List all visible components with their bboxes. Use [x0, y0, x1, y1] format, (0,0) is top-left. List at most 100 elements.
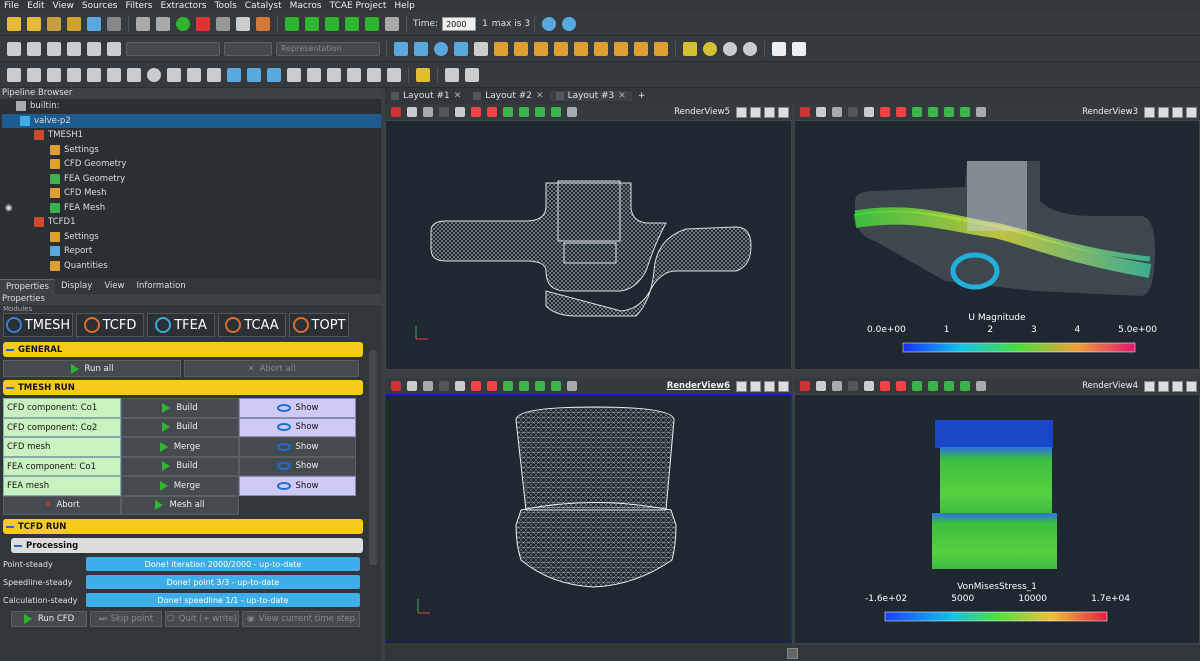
isometric-icon[interactable]: [614, 41, 628, 56]
interaction-icon[interactable]: [455, 107, 465, 117]
module-tcaa-button[interactable]: TCAA: [218, 313, 286, 337]
group-icon[interactable]: [87, 67, 101, 82]
select-block-icon[interactable]: [944, 107, 954, 117]
play-icon[interactable]: [325, 16, 339, 31]
redo-icon[interactable]: [216, 16, 230, 31]
eye-icon[interactable]: ◉: [5, 203, 12, 213]
select-cells-icon[interactable]: [487, 381, 497, 391]
3d-toggle-icon[interactable]: [439, 107, 449, 117]
close-view-icon[interactable]: [778, 380, 789, 392]
rotate-ccw-icon[interactable]: [654, 41, 668, 56]
tree-item-valve[interactable]: valve-p2: [2, 113, 381, 128]
sphere-icon[interactable]: [147, 67, 161, 82]
show-button[interactable]: Show: [239, 398, 356, 418]
split-horizontal-icon[interactable]: [1144, 106, 1155, 118]
abort-button[interactable]: ✕ Abort: [3, 495, 121, 515]
clip-icon[interactable]: [47, 41, 61, 56]
reset-camera-icon[interactable]: [394, 41, 408, 56]
build-button[interactable]: Build: [121, 398, 239, 418]
select-block-icon[interactable]: [535, 381, 545, 391]
open-folder-icon[interactable]: [7, 16, 21, 31]
plane-icon[interactable]: [167, 67, 181, 82]
maximize-icon[interactable]: [1172, 106, 1183, 118]
add-layout-button[interactable]: +: [632, 91, 652, 101]
merge-icon[interactable]: [107, 67, 121, 82]
extract-block-icon[interactable]: [67, 67, 81, 82]
histogram-icon[interactable]: [267, 67, 281, 82]
close-view-icon[interactable]: [778, 106, 789, 118]
show-button[interactable]: Show: [239, 456, 356, 476]
select-points-icon[interactable]: [880, 107, 890, 117]
select-points-icon[interactable]: [471, 381, 481, 391]
slice-icon[interactable]: [67, 41, 81, 56]
threshold-icon[interactable]: [87, 41, 101, 56]
processing-header[interactable]: Processing: [11, 538, 363, 553]
tree-item-builtin[interactable]: builtin:: [2, 99, 381, 114]
tcfd-run-section-header[interactable]: TCFD RUN: [3, 519, 363, 534]
module-topt-button[interactable]: TOPT: [289, 313, 349, 337]
select-points-icon[interactable]: [471, 107, 481, 117]
merge-button[interactable]: Merge: [121, 437, 239, 457]
capture-icon[interactable]: [816, 381, 826, 391]
tree-item-settings[interactable]: Settings: [2, 143, 381, 158]
close-view-icon[interactable]: [1186, 380, 1197, 392]
select-polygon-icon[interactable]: [519, 107, 529, 117]
split-horizontal-icon[interactable]: [1144, 380, 1155, 392]
camera-icon[interactable]: [423, 107, 433, 117]
tree-item-cfd-mesh[interactable]: CFD Mesh: [2, 186, 381, 201]
calculator-icon[interactable]: [7, 41, 21, 56]
undo-icon[interactable]: [196, 16, 210, 31]
close-icon[interactable]: ✕: [536, 91, 544, 101]
contour-icon[interactable]: [27, 41, 41, 56]
clear-selection-icon[interactable]: [976, 381, 986, 391]
camera-icon[interactable]: [832, 107, 842, 117]
select-frustum-icon[interactable]: [912, 381, 922, 391]
interaction-icon[interactable]: [455, 381, 465, 391]
split-icon[interactable]: [391, 107, 401, 117]
menu-view[interactable]: View: [53, 1, 74, 11]
view-y-minus-icon[interactable]: [554, 41, 568, 56]
menu-edit[interactable]: Edit: [27, 1, 44, 11]
extract-subset-icon[interactable]: [107, 41, 121, 56]
quit-button[interactable]: ☐ Quit (+ write): [165, 611, 239, 627]
disconnect-icon[interactable]: [107, 16, 121, 31]
split-horizontal-icon[interactable]: [736, 106, 747, 118]
menu-macros[interactable]: Macros: [290, 1, 322, 11]
reset-session-icon[interactable]: [176, 16, 190, 31]
report-icon[interactable]: [792, 41, 806, 56]
maximize-icon[interactable]: [764, 380, 775, 392]
capture-icon[interactable]: [407, 107, 417, 117]
tree-item-fea-geometry[interactable]: FEA Geometry: [2, 172, 381, 187]
tree-item-cfd-geometry[interactable]: CFD Geometry: [2, 157, 381, 172]
tree-item-fea-mesh[interactable]: ◉ FEA Mesh: [2, 201, 381, 216]
view-z-minus-icon[interactable]: [594, 41, 608, 56]
mesh-icon[interactable]: [207, 67, 221, 82]
reset-center-icon[interactable]: [743, 41, 757, 56]
select-block-icon[interactable]: [944, 381, 954, 391]
select-cells-icon[interactable]: [896, 107, 906, 117]
load-state-icon[interactable]: [67, 16, 81, 31]
previous-frame-icon[interactable]: [305, 16, 319, 31]
render-view-3[interactable]: U Magnitude 0.0e+00 1 2 3 4 5.0e+00: [794, 120, 1200, 370]
tab-layout-1[interactable]: Layout #1 ✕: [385, 91, 467, 101]
surface-icon[interactable]: [187, 67, 201, 82]
split-horizontal-icon[interactable]: [736, 380, 747, 392]
find-data-icon[interactable]: [156, 16, 170, 31]
tree-item-tcfd[interactable]: TCFD1: [2, 215, 381, 230]
module-tfea-button[interactable]: TFEA: [147, 313, 215, 337]
select-cells-icon[interactable]: [896, 381, 906, 391]
3d-toggle-icon[interactable]: [439, 381, 449, 391]
rotate-icon[interactable]: [434, 41, 448, 56]
close-icon[interactable]: ✕: [618, 91, 626, 101]
python-icon[interactable]: [287, 67, 301, 82]
loop-icon[interactable]: [385, 16, 399, 31]
capture-icon[interactable]: [407, 381, 417, 391]
module-tcfd-button[interactable]: TCFD: [76, 313, 144, 337]
tree-item-settings-2[interactable]: Settings: [2, 230, 381, 245]
render-view-5[interactable]: [385, 120, 792, 370]
clear-selection-icon[interactable]: [976, 107, 986, 117]
chart-icon[interactable]: [227, 67, 241, 82]
render-view-6[interactable]: [385, 394, 792, 644]
table-icon[interactable]: [7, 67, 21, 82]
hover-icon[interactable]: [960, 107, 970, 117]
